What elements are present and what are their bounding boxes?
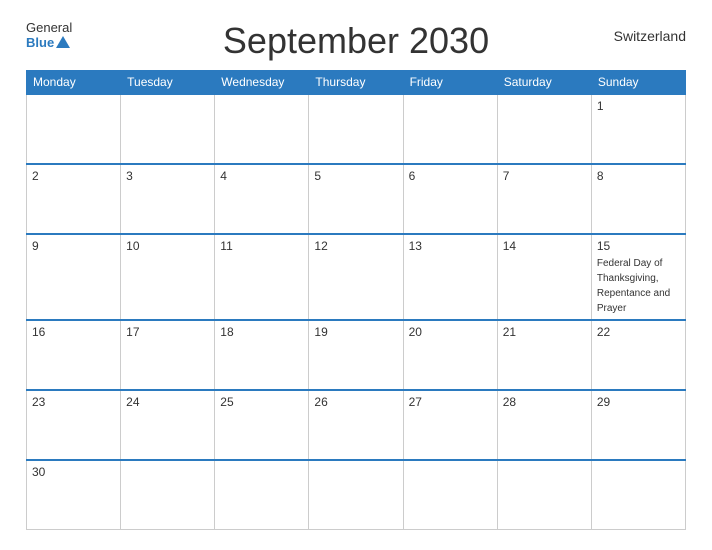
col-sunday: Sunday [591,70,685,94]
col-monday: Monday [27,70,121,94]
col-wednesday: Wednesday [215,70,309,94]
day-cell-11: 11 [215,234,309,320]
country-label: Switzerland [614,28,686,44]
day-cell [27,94,121,164]
week-row-1: 1 [27,94,686,164]
day-cell-8: 8 [591,164,685,234]
day-cell-4: 4 [215,164,309,234]
day-cell-15: 15 Federal Day of Thanksgiving, Repentan… [591,234,685,320]
day-cell-empty-3 [309,460,403,530]
calendar-container: General Blue September 2030 Switzerland … [11,10,701,541]
event-thanksgiving: Federal Day of Thanksgiving, Repentance … [597,258,670,314]
week-row-6: 30 [27,460,686,530]
day-cell-20: 20 [403,320,497,390]
day-cell-2: 2 [27,164,121,234]
day-cell-27: 27 [403,390,497,460]
logo: General Blue [26,20,72,50]
day-cell-24: 24 [121,390,215,460]
day-cell [121,94,215,164]
week-row-5: 23 24 25 26 27 28 29 [27,390,686,460]
day-cell-14: 14 [497,234,591,320]
day-cell-18: 18 [215,320,309,390]
day-cell-1: 1 [591,94,685,164]
day-cell-empty-5 [497,460,591,530]
day-cell-28: 28 [497,390,591,460]
day-cell-26: 26 [309,390,403,460]
day-cell [309,94,403,164]
week-row-3: 9 10 11 12 13 14 15 Federal Day of Thank… [27,234,686,320]
calendar-title: September 2030 [223,20,489,62]
week-row-4: 16 17 18 19 20 21 22 [27,320,686,390]
day-cell-empty-2 [215,460,309,530]
header-row: Monday Tuesday Wednesday Thursday Friday… [27,70,686,94]
day-cell-12: 12 [309,234,403,320]
col-saturday: Saturday [497,70,591,94]
logo-triangle-icon [56,36,70,48]
calendar-header: General Blue September 2030 Switzerland [26,20,686,62]
day-cell [403,94,497,164]
col-thursday: Thursday [309,70,403,94]
day-cell-22: 22 [591,320,685,390]
day-cell-6: 6 [403,164,497,234]
day-cell-19: 19 [309,320,403,390]
week-row-2: 2 3 4 5 6 7 8 [27,164,686,234]
logo-general-text: General [26,20,72,35]
day-cell-16: 16 [27,320,121,390]
day-cell-7: 7 [497,164,591,234]
day-cell [215,94,309,164]
day-cell-21: 21 [497,320,591,390]
day-cell-10: 10 [121,234,215,320]
day-cell-empty-6 [591,460,685,530]
day-cell-29: 29 [591,390,685,460]
day-cell-23: 23 [27,390,121,460]
logo-blue-text: Blue [26,35,54,50]
day-cell-25: 25 [215,390,309,460]
day-cell-3: 3 [121,164,215,234]
day-cell-13: 13 [403,234,497,320]
day-cell-empty-4 [403,460,497,530]
day-cell [497,94,591,164]
col-friday: Friday [403,70,497,94]
day-cell-9: 9 [27,234,121,320]
calendar-table: Monday Tuesday Wednesday Thursday Friday… [26,70,686,531]
day-cell-17: 17 [121,320,215,390]
logo-blue-row: Blue [26,35,70,50]
day-cell-empty-1 [121,460,215,530]
col-tuesday: Tuesday [121,70,215,94]
day-cell-30: 30 [27,460,121,530]
day-cell-5: 5 [309,164,403,234]
